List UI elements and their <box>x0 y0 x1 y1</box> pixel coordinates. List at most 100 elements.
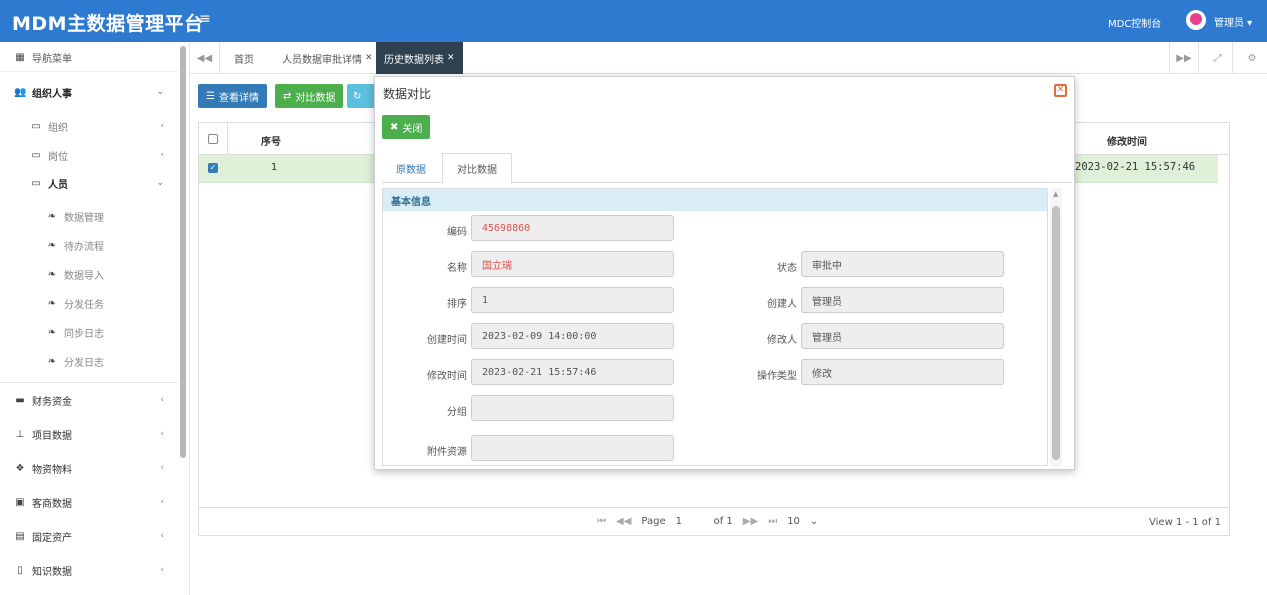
sidebar-item-knowledge[interactable]: ▯ 知识数据 ‹ <box>0 556 178 584</box>
sidebar-item-label: 物资物料 <box>32 464 72 476</box>
view-details-button[interactable]: ☰ 查看详情 <box>198 84 267 108</box>
scrollbar-thumb[interactable] <box>1052 206 1060 460</box>
sidebar-item-distribution-task[interactable]: ❧ 分发任务 <box>0 289 178 317</box>
app-title: MDM主数据管理平台 <box>12 13 204 35</box>
folder-icon: ▭ <box>31 149 41 161</box>
sidebar-item-label: 财务资金 <box>32 396 72 408</box>
sidebar-item-sync-log[interactable]: ❧ 同步日志 <box>0 318 178 346</box>
chevron-left-icon: ‹ <box>160 463 164 473</box>
section-title: 基本信息 <box>383 189 1047 211</box>
sidebar-item-label: 项目数据 <box>32 430 72 442</box>
sidebar-item-label: 岗位 <box>48 151 68 163</box>
sidebar-item-label: 客商数据 <box>32 498 72 510</box>
gear-icon[interactable]: ⚙ <box>1237 42 1267 74</box>
tab-compare-data[interactable]: 对比数据 <box>442 153 512 184</box>
chevron-down-icon: ⌄ <box>156 87 164 97</box>
fullscreen-icon[interactable]: ⤢ <box>1203 42 1233 74</box>
tab-scroll-left-icon[interactable]: ◀◀ <box>190 42 220 74</box>
sidebar-item-personnel[interactable]: ▭ 人员 ⌄ <box>0 169 178 197</box>
button-label: 查看详情 <box>218 92 259 104</box>
briefcase-icon: ▣ <box>15 496 25 508</box>
refresh-button[interactable]: ↻ <box>347 84 375 108</box>
compare-modal: 数据对比 ✕ ✖ 关闭 原数据 对比数据 基本信息 编码 45698860 名称… <box>374 76 1075 470</box>
sidebar-item-label: 数据管理 <box>64 212 104 224</box>
sidebar-item-position[interactable]: ▭ 岗位 ‹ <box>0 141 178 169</box>
sidebar-item-materials[interactable]: ❖ 物资物料 ‹ <box>0 454 178 482</box>
modal-tabs: 原数据 对比数据 <box>382 153 1072 184</box>
tab-approval-details[interactable]: 人员数据审批详情 ✕ <box>274 42 381 74</box>
tab-label: 首页 <box>234 54 254 66</box>
row-checkbox[interactable] <box>208 163 218 173</box>
top-navbar: MDM主数据管理平台 ≡ MDC控制台 管理员 ▾ <box>0 0 1267 42</box>
avatar[interactable] <box>1186 10 1206 30</box>
field-input-operation-type[interactable]: 修改 <box>801 359 1004 385</box>
field-input-modify-time[interactable]: 2023-02-21 15:57:46 <box>471 359 674 385</box>
close-icon[interactable]: ✕ <box>365 53 373 63</box>
close-icon[interactable]: ✕ <box>447 53 455 63</box>
sidebar-item-label: 人员 <box>48 179 68 191</box>
field-label-status: 状态 <box>777 263 797 274</box>
sidebar-scrollbar[interactable] <box>180 46 186 458</box>
scroll-up-icon[interactable]: ▲ <box>1053 190 1058 198</box>
sidebar-item-pending-process[interactable]: ❧ 待办流程 <box>0 231 178 259</box>
sidebar-item-data-import[interactable]: ❧ 数据导入 <box>0 260 178 288</box>
tab-original-data[interactable]: 原数据 <box>382 153 440 183</box>
close-icon[interactable]: ✕ <box>1054 84 1067 97</box>
field-input-group[interactable] <box>471 395 674 421</box>
sidebar-item-data-management[interactable]: ❧ 数据管理 <box>0 202 178 230</box>
field-label-group: 分组 <box>447 407 467 418</box>
close-icon: ✖ <box>390 121 399 133</box>
field-input-code[interactable]: 45698860 <box>471 215 674 241</box>
grid-footer: ⏮ ◀◀ Page 1 of 1 ▶▶ ⏭ 10 ⌄ View 1 - 1 of… <box>199 507 1229 537</box>
column-header-index[interactable]: 序号 <box>261 133 281 148</box>
sidebar-item-project[interactable]: ⊥ 项目数据 ‹ <box>0 420 178 448</box>
modal-scrollbar[interactable]: ▲ <box>1050 188 1062 466</box>
sidebar-item-label: 同步日志 <box>64 328 104 340</box>
chevron-left-icon: ‹ <box>160 565 164 575</box>
field-input-attachments[interactable] <box>471 435 674 461</box>
sidebar-item-label: 组织人事 <box>32 88 72 100</box>
chevron-left-icon: ‹ <box>160 531 164 541</box>
menu-toggle-icon[interactable]: ≡ <box>199 12 213 26</box>
sidebar-item-label: 固定资产 <box>32 532 72 544</box>
field-input-modifier[interactable]: 管理员 <box>801 323 1004 349</box>
field-input-create-time[interactable]: 2023-02-09 14:00:00 <box>471 323 674 349</box>
server-icon: ▤ <box>15 530 25 542</box>
mdc-console-link[interactable]: MDC控制台 <box>1108 15 1161 30</box>
compare-data-button[interactable]: ⇄ 对比数据 <box>275 84 344 108</box>
prev-page-icon[interactable]: ◀◀ <box>616 516 631 527</box>
field-input-name[interactable]: 国立瑞 <box>471 251 674 277</box>
row-modified-time: 2023-02-21 15:57:46 <box>1075 161 1196 173</box>
users-icon: 👥 <box>14 86 27 98</box>
column-header-modified-time[interactable]: 修改时间 <box>1107 133 1147 148</box>
modal-close-button[interactable]: ✖ 关闭 <box>382 115 431 139</box>
leaf-icon: ❧ <box>47 297 57 309</box>
chevron-down-icon[interactable]: ⌄ <box>810 516 818 527</box>
field-input-sort[interactable]: 1 <box>471 287 674 313</box>
page-size-select[interactable]: 10 <box>787 516 800 527</box>
user-menu[interactable]: 管理员 ▾ <box>1214 14 1252 29</box>
cubes-icon: ❖ <box>15 462 25 474</box>
first-page-icon[interactable]: ⏮ <box>597 516 606 527</box>
field-input-creator[interactable]: 管理员 <box>801 287 1004 313</box>
sidebar-item-merchant[interactable]: ▣ 客商数据 ‹ <box>0 488 178 516</box>
tab-home[interactable]: 首页 <box>226 42 262 74</box>
page-input[interactable]: 1 <box>676 516 704 527</box>
next-page-icon[interactable]: ▶▶ <box>743 516 758 527</box>
sidebar-item-org[interactable]: ▭ 组织 ‹ <box>0 112 178 140</box>
sidebar-item-finance[interactable]: ▬ 财务资金 ‹ <box>0 386 178 414</box>
tab-history-list[interactable]: 历史数据列表 ✕ <box>376 42 463 74</box>
sidebar-item-org-personnel[interactable]: 👥 组织人事 ⌄ <box>0 78 178 106</box>
row-index: 1 <box>271 162 278 173</box>
select-all-checkbox[interactable] <box>208 134 218 144</box>
last-page-icon[interactable]: ⏭ <box>768 516 777 527</box>
sidebar-item-fixed-assets[interactable]: ▤ 固定资产 ‹ <box>0 522 178 550</box>
sidebar-item-label: 知识数据 <box>32 566 72 578</box>
field-input-status[interactable]: 审批中 <box>801 251 1004 277</box>
sidebar-item-distribution-log[interactable]: ❧ 分发日志 <box>0 347 178 375</box>
field-label-sort: 排序 <box>447 299 467 310</box>
folder-icon: ▭ <box>31 120 41 132</box>
field-label-attachments: 附件资源 <box>427 447 467 458</box>
tab-scroll-right-icon[interactable]: ▶▶ <box>1169 42 1199 74</box>
grid-icon: ▦ <box>15 52 25 63</box>
